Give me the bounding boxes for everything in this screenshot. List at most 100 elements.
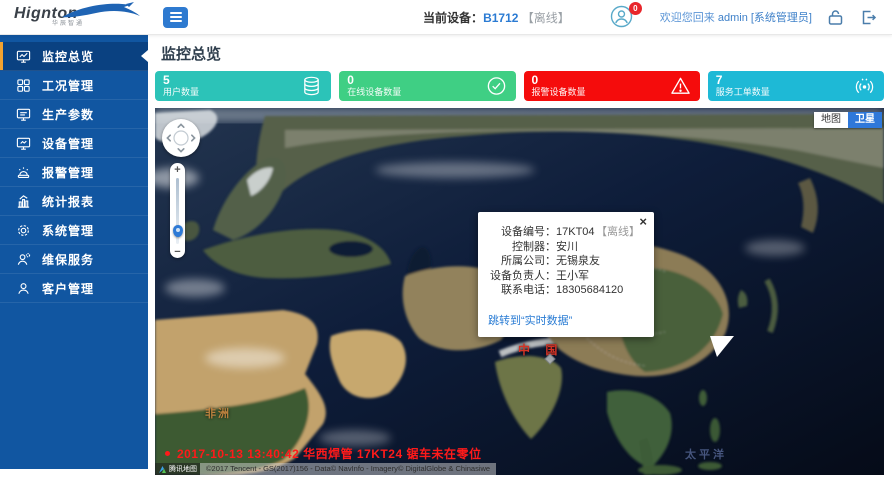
stat-cards-row: 5 用户数量 0 在线设备数量 0 报警设备数量 [155,71,884,101]
tencent-logo-icon [158,465,167,474]
popup-device-status: 【离线】 [596,225,644,240]
popup-row-value: 王小军 [556,269,589,284]
monitor-icon [16,136,31,151]
stat-label: 服务工单数量 [716,87,876,97]
alert-triangle-icon [670,76,691,97]
hamburger-icon [170,12,182,14]
notification-badge[interactable]: 0 [629,2,642,15]
sidebar-item-monitor-overview[interactable]: 监控总览 [0,42,148,71]
popup-row-label: 控制器： [486,240,556,255]
hamburger-icon-bar [170,16,182,18]
sidebar-item-maintenance[interactable]: 维保服务 [0,245,148,274]
popup-row-controller: 控制器： 安川 [486,240,644,255]
bar-chart-icon [16,194,31,209]
popup-row-label: 联系电话： [486,283,556,298]
gear-icon [16,223,31,238]
stat-value: 0 [532,74,692,87]
current-device-label: 当前设备： [423,11,483,25]
topbar: Hignton 华辰智通 当前设备：B1712 【离线】 0 欢迎您回来 adm… [0,0,892,35]
sidebar-item-statistics[interactable]: 统计报表 [0,187,148,216]
zoom-in-button[interactable]: + [170,164,185,176]
sidebar-item-label: 报警管理 [42,164,94,181]
monitor-chart-icon [16,49,31,64]
popup-row-company: 所属公司： 无锡泉友 [486,254,644,269]
sidebar-item-label: 维保服务 [42,251,94,268]
popup-row-value: 安川 [556,240,578,255]
sidebar: 监控总览 工况管理 生产参数 设备管理 报警管理 [0,35,148,469]
popup-row-owner: 设备负责人： 王小军 [486,269,644,284]
pan-arrows-icon [162,119,200,157]
popup-row-value: 17KT04 [556,225,595,240]
popup-row-label: 设备编号： [486,225,556,240]
stat-card-service-orders[interactable]: 7 服务工单数量 [708,71,884,101]
stat-card-online-devices[interactable]: 0 在线设备数量 [339,71,515,101]
stat-card-alarm-devices[interactable]: 0 报警设备数量 [524,71,700,101]
check-circle-icon [486,76,507,97]
lock-screen-button[interactable] [826,8,845,27]
map-type-toggle: 地图 卫星 [814,112,882,128]
stat-card-users[interactable]: 5 用户数量 [155,71,331,101]
sidebar-item-label: 客户管理 [42,280,94,297]
map-attribution: 腾讯地图 ©2017 Tencent - GS(2017)156 - Data©… [155,463,496,475]
sidebar-item-work-condition[interactable]: 工况管理 [0,71,148,100]
stat-value: 7 [716,74,876,87]
tencent-map-logo: 腾讯地图 [155,463,200,475]
sidebar-item-label: 监控总览 [42,48,94,65]
popup-row-device-id: 设备编号： 17KT04 【离线】 [486,225,644,240]
database-icon [301,76,322,97]
user-gear-icon [16,252,31,267]
sidebar-item-label: 生产参数 [42,106,94,123]
sidebar-collapse-button[interactable] [163,7,188,28]
app-window: Hignton 华辰智通 当前设备：B1712 【离线】 0 欢迎您回来 adm… [0,0,892,480]
current-device-value: B1712 [483,11,518,25]
device-info-popup: × 设备编号： 17KT04 【离线】 控制器： 安川 所属公司： 无锡泉友 设… [478,212,654,337]
sidebar-item-production-params[interactable]: 生产参数 [0,100,148,129]
stat-value: 5 [163,74,323,87]
hamburger-icon-bar2 [170,20,182,22]
sidebar-item-system-mgmt[interactable]: 系统管理 [0,216,148,245]
zoom-out-button[interactable]: − [170,246,185,258]
popup-row-value: 18305684120 [556,283,623,298]
map-zoom-slider[interactable]: + − [170,163,185,258]
welcome-prefix: 欢迎您回来 [660,12,718,24]
user-menu-button[interactable]: 0 [610,5,636,29]
current-device: 当前设备：B1712 【离线】 [423,9,570,26]
stat-label: 报警设备数量 [532,87,692,97]
logout-icon [859,8,878,27]
attribution-text: ©2017 Tencent - GS(2017)156 - Data© NavI… [200,463,496,475]
popup-close-icon[interactable]: × [639,215,647,228]
logo: Hignton 华辰智通 [0,0,148,35]
popup-row-value: 无锡泉友 [556,254,600,269]
alarm-dot-icon [165,451,170,456]
tencent-logo-text: 腾讯地图 [169,464,197,474]
zoom-knob[interactable] [173,225,183,237]
realtime-data-link[interactable]: 跳转到“实时数据” [488,312,572,328]
welcome-username: admin [系统管理员] [718,12,812,24]
popup-row-label: 所属公司： [486,254,556,269]
map-type-map-button[interactable]: 地图 [814,112,848,128]
popup-row-phone: 联系电话： 18305684120 [486,283,644,298]
sidebar-item-label: 设备管理 [42,135,94,152]
sidebar-item-label: 系统管理 [42,222,94,239]
sidebar-item-label: 工况管理 [42,77,94,94]
sidebar-item-alarm-mgmt[interactable]: 报警管理 [0,158,148,187]
page-title: 监控总览 [161,43,884,64]
map-type-satellite-button[interactable]: 卫星 [848,112,882,128]
lock-icon [826,8,845,27]
sidebar-item-customer-mgmt[interactable]: 客户管理 [0,274,148,303]
popup-row-label: 设备负责人： [486,269,556,284]
stat-label: 用户数量 [163,87,323,97]
satellite-map[interactable]: 中 国 非洲 太平洋 + [155,108,884,475]
monitor-params-icon [16,107,31,122]
stat-label: 在线设备数量 [347,87,507,97]
current-device-status: 【离线】 [522,11,570,25]
logout-button[interactable] [859,8,878,27]
alarm-ticker-text: 2017-10-13 13:40:42 华西焊管 17KT24 锯车未在零位 [177,445,481,462]
logo-swoosh-icon [56,2,142,20]
welcome-message: 欢迎您回来 admin [系统管理员] [660,9,812,25]
map-pan-control[interactable] [162,119,200,157]
alarm-ticker: 2017-10-13 13:40:42 华西焊管 17KT24 锯车未在零位 [165,445,481,462]
broadcast-icon [854,76,875,97]
sidebar-item-device-mgmt[interactable]: 设备管理 [0,129,148,158]
logo-tagline: 华辰智通 [52,21,148,28]
